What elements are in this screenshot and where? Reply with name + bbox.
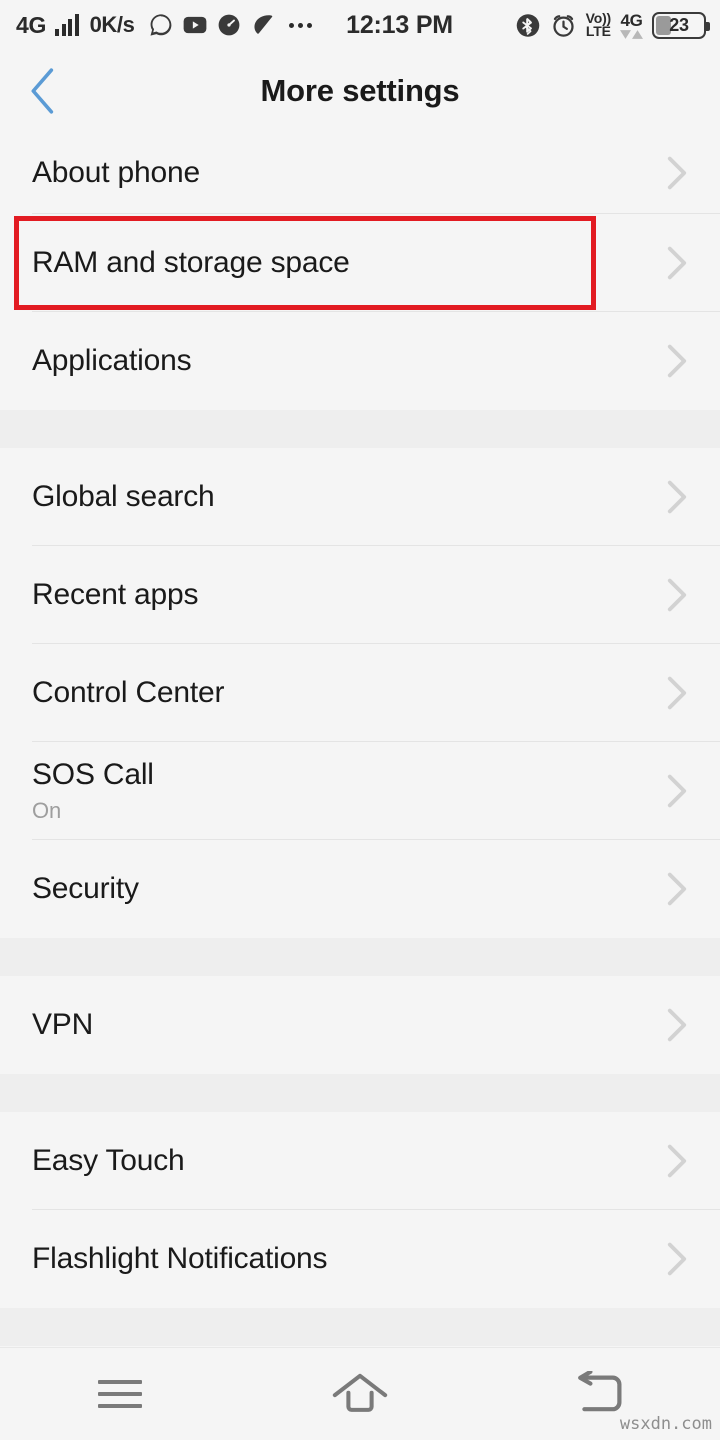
section-gap (0, 1308, 720, 1346)
chevron-right-icon (658, 155, 688, 191)
chevron-right-icon (658, 1007, 688, 1043)
row-texts: RAM and storage space (32, 246, 658, 281)
status-bar-left: 4G 0K/s (16, 11, 313, 39)
home-icon (332, 1373, 388, 1412)
list-item-security[interactable]: Security (0, 840, 720, 938)
youtube-icon (184, 16, 207, 34)
list-item-ram-and-storage-space[interactable]: RAM and storage space (0, 214, 720, 312)
alarm-icon (553, 14, 574, 37)
overflow-dots-icon (289, 22, 313, 28)
settings-group: VPN (0, 976, 720, 1074)
chevron-right-icon (658, 479, 688, 515)
section-gap (0, 938, 720, 976)
row-texts: Easy Touch (32, 1144, 658, 1179)
row-texts: Control Center (32, 676, 658, 711)
volte-bottom-label: LTE (585, 23, 611, 39)
section-gap (0, 1074, 720, 1112)
menu-button[interactable] (0, 1348, 240, 1440)
settings-group: About phone RAM and storage space Applic… (0, 132, 720, 410)
list-item-label: Security (32, 871, 139, 905)
status-bar: 4G 0K/s 12:13 PM Vo)) LTE 4G 23 (0, 0, 720, 50)
settings-list: About phone RAM and storage space Applic… (0, 132, 720, 1346)
chevron-right-icon (658, 245, 688, 281)
status-bar-right: Vo)) LTE 4G 23 (515, 11, 710, 39)
home-button[interactable] (240, 1348, 480, 1440)
watermark: wsxdn.com (619, 1414, 712, 1434)
list-item-label: Easy Touch (32, 1143, 185, 1177)
chevron-right-icon (658, 343, 688, 379)
row-texts: SOS Call On (32, 758, 658, 825)
sim-signal-icon: 4G (620, 12, 643, 39)
chevron-right-icon (658, 1241, 688, 1277)
row-texts: Global search (32, 480, 658, 515)
list-item-label: Global search (32, 479, 215, 513)
volte-icon: Vo)) LTE (585, 11, 612, 39)
sim-network-label: 4G (620, 10, 643, 30)
list-item-sublabel: On (32, 798, 62, 824)
list-item-global-search[interactable]: Global search (0, 448, 720, 546)
data-transfer-arrows-icon (620, 29, 643, 39)
whatsapp-icon (150, 14, 172, 36)
bluetooth-icon (516, 13, 539, 37)
list-item-label: Flashlight Notifications (32, 1241, 328, 1275)
system-navigation-bar (0, 1347, 720, 1440)
chevron-right-icon (658, 1143, 688, 1179)
section-gap (0, 410, 720, 448)
battery-percent-label: 23 (669, 14, 689, 35)
app-header: More settings (0, 50, 720, 132)
list-item-label: About phone (32, 155, 200, 189)
list-item-vpn[interactable]: VPN (0, 976, 720, 1074)
notification-icons (148, 12, 276, 38)
chevron-right-icon (658, 773, 688, 809)
chevron-right-icon (658, 675, 688, 711)
signal-strength-icon (55, 14, 79, 36)
list-item-sos-call[interactable]: SOS Call On (0, 742, 720, 840)
chevron-right-icon (658, 871, 688, 907)
hamburger-icon (98, 1380, 142, 1408)
row-texts: Security (32, 872, 658, 907)
status-bar-clock: 12:13 PM (346, 10, 453, 39)
row-texts: About phone (32, 156, 658, 191)
page-title: More settings (260, 73, 460, 108)
list-item-label: RAM and storage space (32, 245, 350, 279)
list-item-control-center[interactable]: Control Center (0, 644, 720, 742)
list-item-label: Control Center (32, 675, 225, 709)
list-item-label: SOS Call (32, 757, 154, 791)
row-texts: Recent apps (32, 578, 658, 613)
list-item-label: Applications (32, 343, 192, 377)
list-item-label: Recent apps (32, 577, 199, 611)
battery-icon: 23 (652, 11, 710, 39)
network-type-label: 4G (16, 11, 47, 38)
settings-group: Easy Touch Flashlight Notifications (0, 1112, 720, 1308)
list-item-recent-apps[interactable]: Recent apps (0, 546, 720, 644)
list-item-flashlight-notifications[interactable]: Flashlight Notifications (0, 1210, 720, 1308)
list-item-about-phone[interactable]: About phone (0, 132, 720, 214)
list-item-applications[interactable]: Applications (0, 312, 720, 410)
back-navigation-button[interactable] (0, 50, 86, 132)
clock-app-icon (219, 14, 240, 36)
list-item-label: VPN (32, 1007, 94, 1041)
settings-group: Global search Recent apps Control Center (0, 448, 720, 938)
row-texts: VPN (32, 1008, 658, 1043)
leaf-app-icon (254, 15, 273, 34)
chevron-left-icon (31, 68, 54, 114)
chevron-right-icon (658, 577, 688, 613)
row-texts: Applications (32, 344, 658, 379)
data-speed-label: 0K/s (89, 12, 135, 37)
return-arrow-icon (578, 1371, 622, 1412)
row-texts: Flashlight Notifications (32, 1242, 658, 1277)
list-item-easy-touch[interactable]: Easy Touch (0, 1112, 720, 1210)
